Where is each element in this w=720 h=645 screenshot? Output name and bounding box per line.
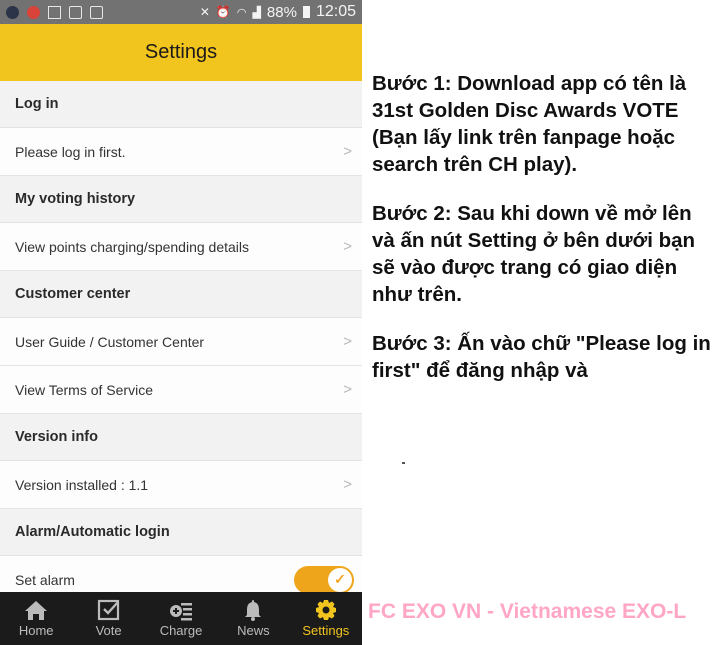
guide-text: Bước 1: Download app có tên là 31st Gold… (372, 70, 720, 406)
tab-news[interactable]: News (217, 592, 289, 645)
charge-add-list-icon (170, 603, 193, 621)
row-version-installed[interactable]: Version installed : 1.1 > (0, 461, 362, 509)
set-alarm-toggle[interactable]: ✓ (294, 565, 354, 594)
chevron-right-icon: > (343, 143, 352, 160)
tab-home[interactable]: Home (0, 592, 72, 645)
mail-icon (48, 5, 61, 19)
row-label: View Terms of Service (15, 381, 153, 398)
gear-icon (315, 600, 336, 620)
tab-label: Vote (95, 623, 122, 638)
app-bar: Settings (0, 24, 362, 81)
bell-icon (245, 600, 262, 621)
section-title: Customer center (15, 286, 131, 302)
chevron-right-icon: > (343, 238, 352, 255)
tab-settings[interactable]: Settings (290, 592, 362, 645)
vote-checkbox-icon (97, 599, 119, 621)
mute-icon: ✕ (199, 5, 210, 19)
section-header-voting-history: My voting history (0, 176, 362, 223)
row-view-points-details[interactable]: View points charging/spending details > (0, 223, 362, 271)
guide-step-2: Bước 2: Sau khi down về mở lên và ấn nút… (372, 202, 696, 306)
section-title: Alarm/Automatic login (15, 524, 170, 540)
tab-label: News (237, 623, 270, 638)
alarm-icon: ⏰ (215, 5, 231, 19)
tab-label: Charge (159, 623, 203, 638)
row-label: Please log in first. (15, 143, 126, 160)
guide-step-1: Bước 1: Download app có tên là 31st Gold… (372, 72, 687, 176)
section-header-alarm: Alarm/Automatic login (0, 509, 362, 556)
section-header-log-in: Log in (0, 81, 362, 128)
chevron-right-icon: > (343, 476, 352, 493)
wifi-icon: ◠ (236, 6, 247, 19)
youtube-icon (27, 5, 40, 19)
row-label: View points charging/spending details (15, 238, 250, 255)
tab-label: Home (18, 623, 54, 638)
row-label: Version installed : 1.1 (15, 476, 149, 493)
row-label: Set alarm (15, 571, 75, 588)
section-header-customer-center: Customer center (0, 271, 362, 318)
battery-percent: 88% (266, 3, 297, 21)
guide-step-3: Bước 3: Ấn vào chữ "Please log in first"… (372, 332, 711, 382)
tab-label: Settings (302, 623, 350, 638)
chevron-right-icon: > (343, 333, 352, 350)
cut-off-text-fragment (402, 462, 405, 464)
row-label: User Guide / Customer Center (15, 333, 205, 350)
chevron-right-icon: > (343, 381, 352, 398)
section-title: Log in (15, 96, 59, 112)
signal-icon: ▟ (252, 6, 261, 19)
clipboard-icon (69, 5, 82, 19)
section-header-version-info: Version info (0, 414, 362, 461)
status-bar: ✕ ⏰ ◠ ▟ 88% 12:05 (0, 0, 362, 24)
settings-list: Log in Please log in first. > My voting h… (0, 81, 362, 604)
tab-charge[interactable]: Charge (145, 592, 217, 645)
messenger-icon (6, 5, 19, 19)
phone-screenshot: ✕ ⏰ ◠ ▟ 88% 12:05 Settings Log in Please… (0, 0, 362, 645)
briefcase-check-icon (90, 5, 103, 19)
home-icon (25, 601, 48, 620)
section-title: My voting history (15, 191, 136, 207)
section-title: Version info (15, 429, 98, 445)
page-title: Settings (144, 41, 218, 63)
toggle-knob-check-icon: ✓ (328, 567, 352, 592)
row-user-guide[interactable]: User Guide / Customer Center > (0, 318, 362, 366)
row-terms-of-service[interactable]: View Terms of Service > (0, 366, 362, 414)
credit-watermark: FC EXO VN - Vietnamese EXO-L (368, 600, 687, 623)
row-please-log-in[interactable]: Please log in first. > (0, 128, 362, 176)
battery-icon (302, 6, 310, 18)
tab-vote[interactable]: Vote (72, 592, 144, 645)
bottom-tab-bar: Home Vote Charge News Settings (0, 592, 362, 645)
clock: 12:05 (315, 3, 356, 20)
